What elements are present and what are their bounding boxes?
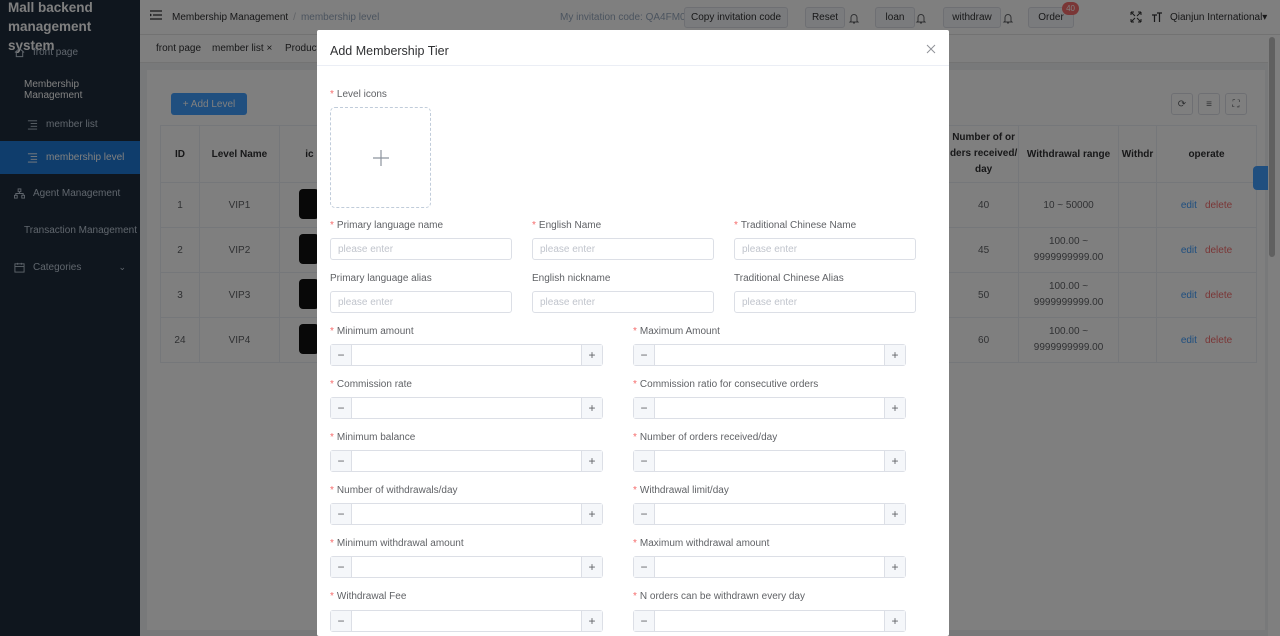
minimum-withdrawal-stepper[interactable]: − + [330,556,603,578]
increase-button[interactable]: + [581,504,602,524]
add-membership-tier-dialog: Add Membership Tier * Level icons * Primar… [317,30,949,636]
field-label: * Minimum withdrawal amount [330,538,464,549]
field-label: * N orders can be withdrawn every day [633,591,805,602]
traditional-chinese-alias-input[interactable]: please enter [734,291,916,313]
dialog-title: Add Membership Tier [330,44,449,58]
minimum-amount-stepper[interactable]: − + [330,344,603,366]
field-label: * Withdrawal limit/day [633,485,729,496]
increase-button[interactable]: + [884,398,905,418]
traditional-chinese-name-input[interactable]: please enter [734,238,916,260]
decrease-button[interactable]: − [634,504,655,524]
increase-button[interactable]: + [581,345,602,365]
level-icons-label: * Level icons [330,89,387,100]
close-icon[interactable] [926,44,936,54]
maximum-amount-stepper[interactable]: − + [633,344,906,366]
decrease-button[interactable]: − [331,451,352,471]
decrease-button[interactable]: − [331,398,352,418]
field-label: * Maximum Amount [633,326,720,337]
plus-icon [372,149,389,166]
english-nickname-input[interactable]: please enter [532,291,714,313]
field-label: * Commission rate [330,379,412,390]
increase-button[interactable]: + [581,398,602,418]
increase-button[interactable]: + [581,611,602,631]
level-icon-upload[interactable] [330,107,431,208]
field-label: * Minimum balance [330,432,416,443]
increase-button[interactable]: + [581,451,602,471]
increase-button[interactable]: + [884,345,905,365]
decrease-button[interactable]: − [634,398,655,418]
primary-language-name-input[interactable]: please enter [330,238,512,260]
field-label: English nickname [532,273,611,284]
decrease-button[interactable]: − [331,345,352,365]
consecutive-commission-stepper[interactable]: − + [633,397,906,419]
increase-button[interactable]: + [884,451,905,471]
decrease-button[interactable]: − [331,557,352,577]
field-label: * Maximum withdrawal amount [633,538,770,549]
english-name-input[interactable]: please enter [532,238,714,260]
field-label: * Number of orders received/day [633,432,778,443]
maximum-withdrawal-stepper[interactable]: − + [633,556,906,578]
withdrawal-limit-stepper[interactable]: − + [633,503,906,525]
decrease-button[interactable]: − [331,611,352,631]
withdrawals-per-day-stepper[interactable]: − + [330,503,603,525]
field-label: * English Name [532,220,602,231]
decrease-button[interactable]: − [634,611,655,631]
n-orders-withdrawn-stepper[interactable]: − + [633,610,906,632]
increase-button[interactable]: + [884,557,905,577]
increase-button[interactable]: + [581,557,602,577]
dialog-divider [317,65,949,66]
field-label: * Number of withdrawals/day [330,485,458,496]
field-label: * Traditional Chinese Name [734,220,857,231]
withdrawal-fee-stepper[interactable]: − + [330,610,603,632]
field-label: Primary language alias [330,273,432,284]
increase-button[interactable]: + [884,611,905,631]
orders-per-day-stepper[interactable]: − + [633,450,906,472]
field-label: * Minimum amount [330,326,414,337]
field-label: Traditional Chinese Alias [734,273,844,284]
decrease-button[interactable]: − [634,557,655,577]
increase-button[interactable]: + [884,504,905,524]
primary-language-alias-input[interactable]: please enter [330,291,512,313]
decrease-button[interactable]: − [331,504,352,524]
decrease-button[interactable]: − [634,451,655,471]
commission-rate-stepper[interactable]: − + [330,397,603,419]
field-label: * Commission ratio for consecutive orders [633,379,819,390]
field-label: * Withdrawal Fee [330,591,407,602]
minimum-balance-stepper[interactable]: − + [330,450,603,472]
field-label: * Primary language name [330,220,444,231]
decrease-button[interactable]: − [634,345,655,365]
